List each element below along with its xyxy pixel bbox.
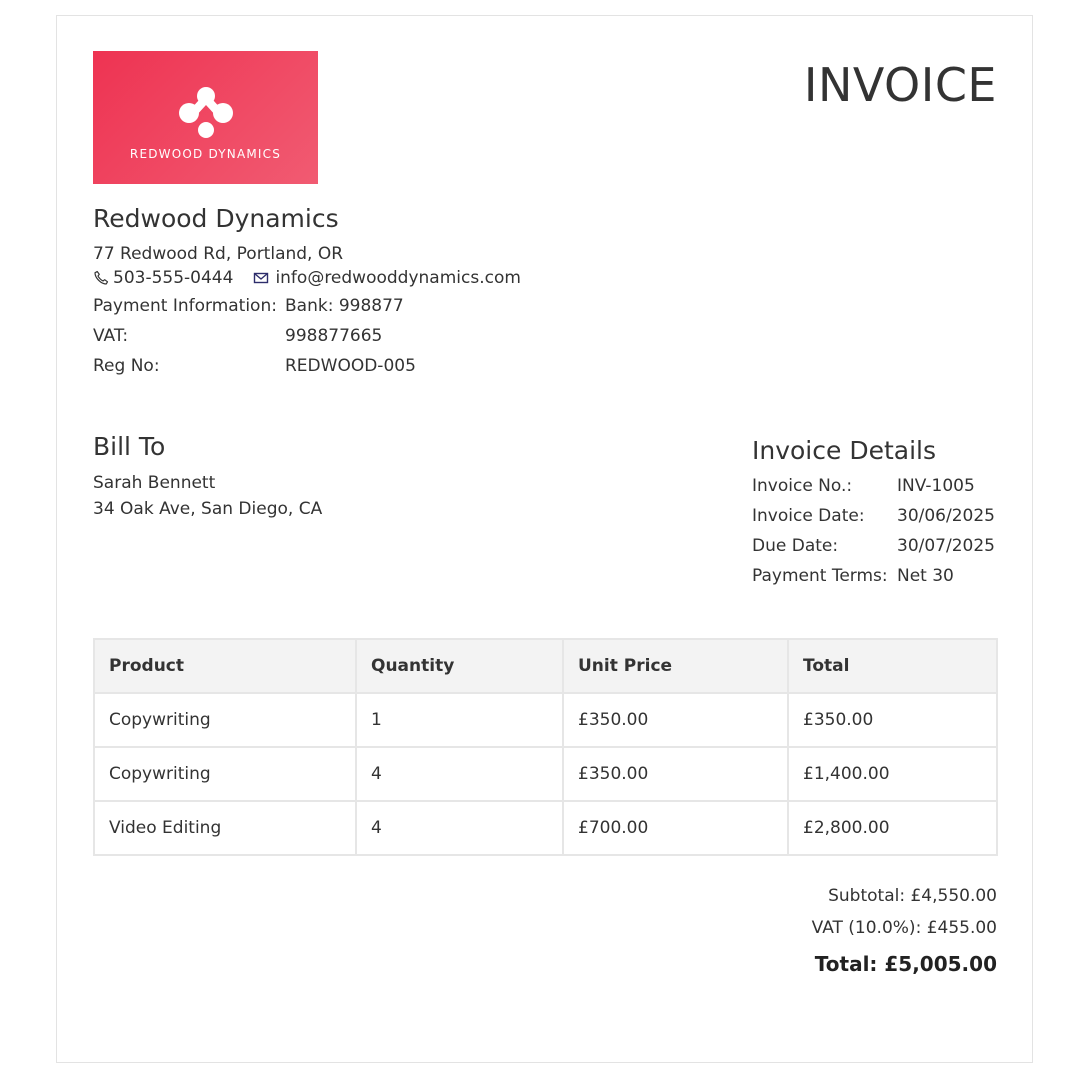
reg-no-row: Reg No: REDWOOD-005 (93, 356, 416, 386)
cell-total: £350.00 (787, 692, 998, 748)
info-value: 998877665 (285, 326, 383, 346)
cell-quantity: 1 (355, 692, 564, 748)
grand-total: Total: £5,005.00 (814, 952, 997, 976)
column-header-product: Product (93, 638, 357, 694)
info-label: Payment Information: (93, 296, 277, 316)
table-header-row: Product Quantity Unit Price Total (93, 638, 998, 694)
details-label: Invoice No.: (752, 476, 853, 496)
payment-terms-row: Payment Terms: Net 30 (752, 566, 995, 596)
invoice-title: INVOICE (803, 58, 997, 112)
details-value: 30/07/2025 (897, 536, 995, 556)
logo-text: REDWOOD DYNAMICS (129, 147, 282, 161)
cell-total: £1,400.00 (787, 746, 998, 802)
table-row: Video Editing 4 £700.00 £2,800.00 (93, 800, 998, 856)
bill-to-heading: Bill To (93, 432, 166, 461)
company-logo: REDWOOD DYNAMICS (93, 51, 318, 184)
logo-mark-icon (179, 87, 233, 138)
envelope-icon (253, 270, 269, 286)
company-phone: 503-555-0444 (113, 268, 234, 288)
cell-quantity: 4 (355, 800, 564, 856)
line-items-table: Product Quantity Unit Price Total Copywr… (93, 638, 998, 856)
info-value: Bank: 998877 (285, 296, 404, 316)
cell-product: Copywriting (93, 692, 357, 748)
bill-to-address: 34 Oak Ave, San Diego, CA (93, 499, 323, 519)
cell-unit-price: £700.00 (562, 800, 789, 856)
invoice-details-heading: Invoice Details (752, 436, 936, 465)
due-date-row: Due Date: 30/07/2025 (752, 536, 995, 566)
cell-unit-price: £350.00 (562, 746, 789, 802)
details-label: Invoice Date: (752, 506, 865, 526)
company-contact: 503-555-0444 info@redwooddynamics.com (93, 268, 521, 288)
company-info-table: Payment Information: Bank: 998877 VAT: 9… (93, 296, 416, 386)
info-label: VAT: (93, 326, 129, 346)
cell-unit-price: £350.00 (562, 692, 789, 748)
vat-row: VAT: 998877665 (93, 326, 416, 356)
company-email[interactable]: info@redwooddynamics.com (275, 268, 521, 288)
phone-icon (93, 270, 109, 286)
cell-total: £2,800.00 (787, 800, 998, 856)
table-row: Copywriting 4 £350.00 £1,400.00 (93, 746, 998, 802)
details-label: Due Date: (752, 536, 839, 556)
company-name: Redwood Dynamics (93, 204, 339, 233)
invoice-details-table: Invoice No.: INV-1005 Invoice Date: 30/0… (752, 476, 995, 596)
totals-block: Subtotal: £4,550.00 VAT (10.0%): £455.00… (812, 886, 997, 976)
vat-amount: VAT (10.0%): £455.00 (811, 918, 997, 938)
cell-product: Video Editing (93, 800, 357, 856)
info-label: Reg No: (93, 356, 160, 376)
payment-info-row: Payment Information: Bank: 998877 (93, 296, 416, 326)
invoice-date-row: Invoice Date: 30/06/2025 (752, 506, 995, 536)
details-value: 30/06/2025 (897, 506, 995, 526)
column-header-quantity: Quantity (355, 638, 564, 694)
details-label: Payment Terms: (752, 566, 888, 586)
cell-quantity: 4 (355, 746, 564, 802)
subtotal: Subtotal: £4,550.00 (828, 886, 997, 906)
column-header-total: Total (787, 638, 998, 694)
bill-to-name: Sarah Bennett (93, 473, 216, 493)
table-row: Copywriting 1 £350.00 £350.00 (93, 692, 998, 748)
details-value: INV-1005 (897, 476, 975, 496)
invoice-number-row: Invoice No.: INV-1005 (752, 476, 995, 506)
info-value: REDWOOD-005 (285, 356, 416, 376)
cell-product: Copywriting (93, 746, 357, 802)
column-header-unit-price: Unit Price (562, 638, 789, 694)
company-address: 77 Redwood Rd, Portland, OR (93, 244, 344, 264)
details-value: Net 30 (897, 566, 954, 586)
